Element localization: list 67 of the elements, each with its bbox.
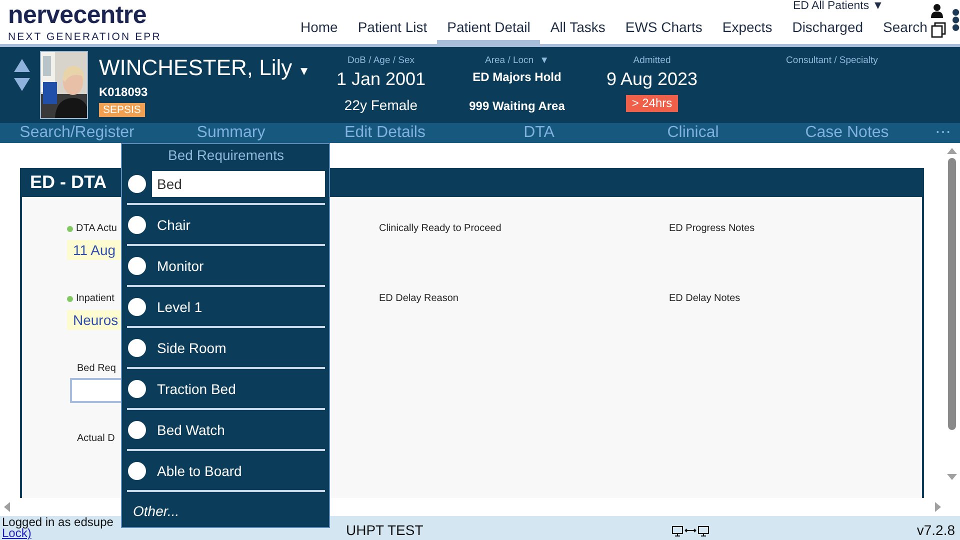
option-item[interactable]: Level 1	[152, 294, 325, 320]
other-option[interactable]: Other...	[133, 503, 180, 519]
field-label: DoB / Age / Sex	[347, 55, 415, 66]
logo: nervecentre	[8, 3, 146, 27]
screens-icon[interactable]	[672, 526, 709, 537]
field-label: Clinically Ready to Proceed	[379, 223, 502, 235]
popup-title: Bed Requirements	[167, 146, 285, 164]
date-of-birth: 1 Jan 2001	[336, 68, 426, 90]
field-label: Actual D	[77, 433, 115, 445]
option-item[interactable]: Bed	[152, 170, 325, 196]
field-value: 11 Aug	[67, 240, 122, 260]
field-label: ED Progress Notes	[669, 223, 755, 235]
copy-icon[interactable]	[931, 22, 946, 38]
radio-button[interactable]	[128, 380, 146, 398]
scroll-right-arrow-icon[interactable]	[935, 502, 941, 512]
nav-link[interactable]: Discharged	[782, 13, 874, 44]
logo-tagline: NEXT GENERATION EPR	[8, 31, 162, 43]
patient-id: K018093	[99, 85, 149, 99]
field-label: Admitted	[633, 55, 671, 66]
nav-link[interactable]: Search	[873, 13, 928, 44]
nav-link[interactable]: All Tasks	[540, 13, 616, 44]
field-label: Area / Locn	[485, 55, 534, 66]
nav-link[interactable]: Expects	[712, 13, 782, 44]
more-menu-icon[interactable]	[952, 8, 960, 32]
user-icon[interactable]	[931, 4, 944, 18]
up-arrow-icon[interactable]	[14, 59, 30, 72]
location: 999 Waiting Area	[469, 99, 565, 114]
option-item[interactable]: Side Room	[152, 334, 325, 360]
field-label: ED Delay Reason	[379, 293, 458, 305]
caret-icon[interactable]: ▼	[298, 64, 310, 78]
scroll-up-arrow-icon[interactable]	[947, 148, 957, 154]
nav-link[interactable]: EWS Charts	[615, 13, 712, 44]
radio-button[interactable]	[128, 216, 146, 234]
lock-link[interactable]: Lock)	[2, 528, 32, 539]
wait-badge: > 24hrs	[626, 95, 678, 112]
field-label: Inpatient	[76, 293, 114, 305]
field-label: DTA Actu	[76, 223, 117, 235]
option-item[interactable]: Chair	[152, 212, 325, 238]
caret-icon[interactable]: ▼	[540, 55, 549, 66]
version: v7.2.8	[916, 521, 956, 540]
option-item[interactable]: Monitor	[152, 252, 325, 278]
radio-button[interactable]	[128, 462, 146, 480]
patient-name: WINCHESTER, Lily	[99, 55, 292, 80]
radio-button[interactable]	[128, 298, 146, 316]
option-item[interactable]: Able to Board	[152, 458, 325, 484]
radio-button[interactable]	[128, 174, 146, 192]
scroll-left-arrow-icon[interactable]	[4, 502, 10, 512]
radio-button[interactable]	[128, 338, 146, 356]
area: ED Majors Hold	[472, 70, 562, 84]
nav-link[interactable]: Patient List	[348, 13, 438, 44]
field-label: ED Delay Notes	[669, 293, 740, 305]
nav-link[interactable]: Home	[290, 13, 348, 44]
ward-selector[interactable]: ED All Patients ▼	[793, 0, 884, 12]
option-item[interactable]: Bed Watch	[152, 416, 325, 442]
admitted-date: 9 Aug 2023	[606, 68, 698, 90]
environment-name: UHPT TEST	[346, 522, 424, 538]
login-status: Logged in as edsupe	[2, 517, 114, 528]
down-arrow-icon[interactable]	[14, 78, 30, 91]
alert-tag: SEPSIS	[99, 103, 145, 117]
field-label: Consultant / Specialty	[786, 55, 878, 66]
radio-button[interactable]	[128, 420, 146, 438]
scroll-down-arrow-icon[interactable]	[947, 474, 957, 480]
option-item[interactable]: Traction Bed	[152, 376, 325, 402]
field-label: Bed Req	[77, 363, 116, 375]
radio-button[interactable]	[128, 256, 146, 274]
age-sex: 22y Female	[344, 97, 418, 113]
scrollbar-thumb[interactable]	[948, 158, 956, 430]
